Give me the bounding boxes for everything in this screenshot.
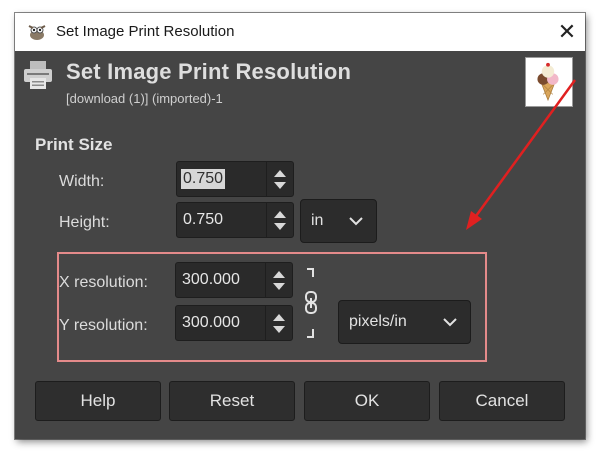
resolution-unit-dropdown[interactable]: pixels/in bbox=[338, 300, 471, 344]
spin-up-icon[interactable] bbox=[273, 271, 285, 278]
help-button[interactable]: Help bbox=[35, 381, 161, 421]
printer-icon bbox=[24, 61, 52, 89]
height-spinbutton[interactable]: 0.750 bbox=[176, 202, 294, 238]
resolution-unit-value: pixels/in bbox=[349, 313, 407, 330]
x-resolution-spinbutton[interactable]: 300.000 bbox=[175, 262, 293, 298]
width-value[interactable]: 0.750 bbox=[181, 169, 226, 189]
image-thumbnail bbox=[525, 57, 573, 107]
spin-down-icon[interactable] bbox=[274, 223, 286, 230]
header-title: Set Image Print Resolution bbox=[66, 59, 352, 84]
chain-link-icon[interactable] bbox=[303, 267, 319, 339]
width-label: Width: bbox=[59, 173, 105, 190]
window-title: Set Image Print Resolution bbox=[56, 23, 235, 40]
width-stepper[interactable] bbox=[266, 162, 293, 196]
size-unit-dropdown[interactable]: in bbox=[300, 199, 377, 243]
chevron-down-icon bbox=[349, 217, 363, 226]
chevron-down-icon bbox=[443, 318, 457, 327]
spin-up-icon[interactable] bbox=[274, 211, 286, 218]
height-stepper[interactable] bbox=[266, 203, 293, 237]
y-resolution-spinbutton[interactable]: 300.000 bbox=[175, 305, 293, 341]
x-resolution-value[interactable]: 300.000 bbox=[180, 270, 242, 290]
x-resolution-label: X resolution: bbox=[59, 274, 148, 291]
reset-button[interactable]: Reset bbox=[169, 381, 295, 421]
wilber-icon bbox=[28, 25, 46, 40]
image-name: [download (1)] (imported)-1 bbox=[66, 91, 223, 106]
dialog-window: Set Image Print Resolution ✕ Set Image P… bbox=[15, 13, 585, 439]
spin-up-icon[interactable] bbox=[273, 314, 285, 321]
spin-down-icon[interactable] bbox=[273, 326, 285, 333]
height-value[interactable]: 0.750 bbox=[181, 210, 225, 230]
y-resolution-label: Y resolution: bbox=[59, 317, 148, 334]
spin-down-icon[interactable] bbox=[274, 182, 286, 189]
close-icon[interactable]: ✕ bbox=[551, 16, 583, 48]
print-size-label: Print Size bbox=[35, 135, 113, 154]
size-unit-value: in bbox=[311, 212, 324, 229]
height-label: Height: bbox=[59, 214, 110, 231]
y-resolution-value[interactable]: 300.000 bbox=[180, 313, 242, 333]
width-spinbutton[interactable]: 0.750 bbox=[176, 161, 294, 197]
ok-button[interactable]: OK bbox=[304, 381, 430, 421]
title-bar: Set Image Print Resolution ✕ bbox=[15, 13, 585, 51]
spin-down-icon[interactable] bbox=[273, 283, 285, 290]
spin-up-icon[interactable] bbox=[274, 170, 286, 177]
cancel-button[interactable]: Cancel bbox=[439, 381, 565, 421]
ice-cream-thumbnail bbox=[537, 62, 559, 102]
y-resolution-stepper[interactable] bbox=[265, 306, 292, 340]
x-resolution-stepper[interactable] bbox=[265, 263, 292, 297]
dialog-header: Set Image Print Resolution [download (1)… bbox=[15, 51, 585, 111]
